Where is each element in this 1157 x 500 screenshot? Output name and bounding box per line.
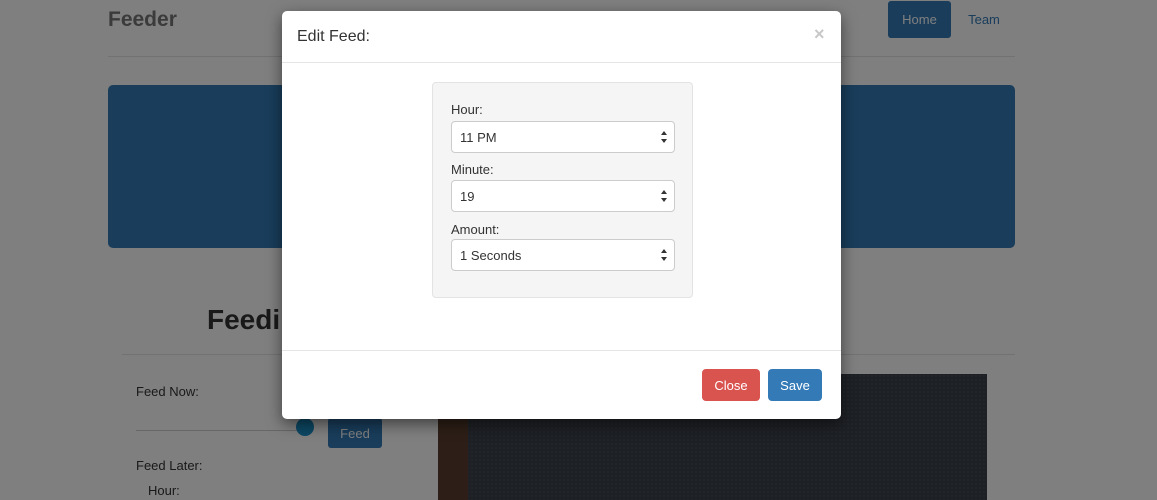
hour-label: Hour: xyxy=(451,102,483,117)
amount-select-value: 1 Seconds xyxy=(460,248,522,263)
select-arrows-icon xyxy=(661,190,667,202)
amount-label: Amount: xyxy=(451,222,500,237)
select-arrows-icon xyxy=(661,249,667,261)
modal-header: Edit Feed: × xyxy=(282,11,841,63)
modal-footer: Close Save xyxy=(282,350,841,419)
minute-label: Minute: xyxy=(451,162,494,177)
close-icon[interactable]: × xyxy=(814,24,825,45)
edit-feed-form: Hour: 11 PM Minute: 19 Amount: 1 Seconds xyxy=(432,82,693,298)
modal-title: Edit Feed: xyxy=(297,28,370,45)
amount-select[interactable]: 1 Seconds xyxy=(451,239,675,271)
close-button[interactable]: Close xyxy=(702,369,760,401)
hour-select-value: 11 PM xyxy=(460,130,497,145)
edit-feed-modal: Edit Feed: × Hour: 11 PM Minute: 19 Amou… xyxy=(282,11,841,419)
hour-select[interactable]: 11 PM xyxy=(451,121,675,153)
minute-select-value: 19 xyxy=(460,189,475,204)
minute-select[interactable]: 19 xyxy=(451,180,675,212)
save-button[interactable]: Save xyxy=(768,369,822,401)
select-arrows-icon xyxy=(661,131,667,143)
